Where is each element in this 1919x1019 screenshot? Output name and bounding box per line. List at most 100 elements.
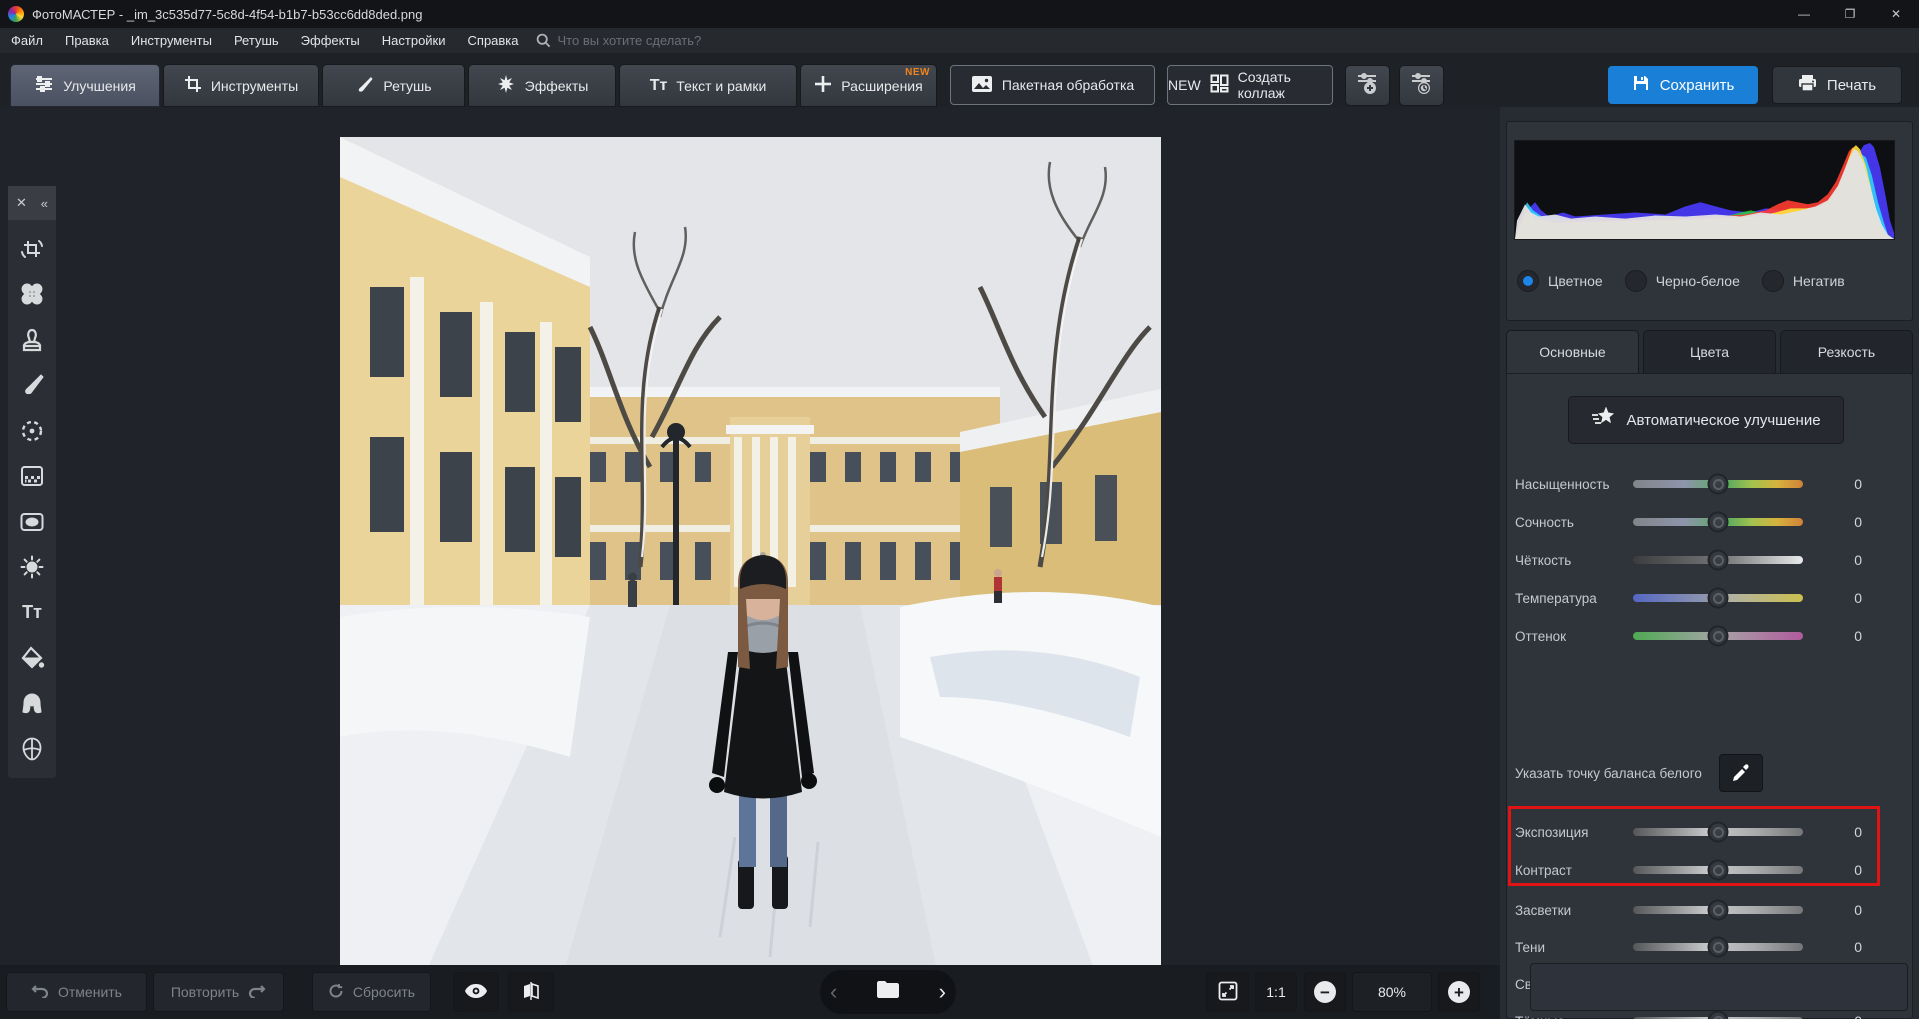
background-texture-tool[interactable] — [15, 459, 49, 493]
menu-tools[interactable]: Инструменты — [120, 29, 223, 52]
new-badge: NEW — [1168, 77, 1201, 93]
compare-split-button[interactable] — [508, 972, 554, 1012]
sparkle-icon — [496, 74, 516, 97]
panel-tab-sharpness[interactable]: Резкость — [1780, 330, 1913, 374]
close-button[interactable]: ✕ — [1873, 0, 1919, 28]
slider-handle[interactable] — [1708, 937, 1729, 958]
reset-button[interactable]: Сбросить — [312, 972, 431, 1012]
save-button[interactable]: Сохранить — [1608, 66, 1758, 104]
zoom-level[interactable]: 80% — [1352, 972, 1432, 1012]
shadows-slider[interactable] — [1633, 943, 1803, 951]
save-icon — [1632, 74, 1650, 96]
menu-help[interactable]: Справка — [457, 29, 530, 52]
mode-black-white[interactable]: Черно-белое — [1625, 270, 1740, 292]
slider-handle[interactable] — [1708, 626, 1729, 647]
create-collage-button[interactable]: NEW Создать коллаж — [1167, 65, 1333, 105]
tab-enhancements[interactable]: Улучшения — [10, 64, 160, 107]
highlights-slider[interactable] — [1633, 906, 1803, 914]
radio-color[interactable] — [1517, 270, 1539, 292]
tab-extensions[interactable]: NEW Расширения — [800, 64, 937, 107]
sliders-icon — [34, 75, 54, 96]
panel-tab-basic[interactable]: Основные — [1506, 330, 1639, 374]
actual-size-button[interactable]: 1:1 — [1255, 972, 1297, 1012]
slider-handle[interactable] — [1708, 550, 1729, 571]
mode-negative[interactable]: Негатив — [1762, 270, 1845, 292]
clarity-slider[interactable] — [1633, 556, 1803, 564]
print-button[interactable]: Печать — [1772, 66, 1902, 104]
tab-tools[interactable]: Инструменты — [163, 64, 319, 107]
crop-icon — [184, 75, 202, 96]
folder-icon[interactable] — [876, 980, 900, 1004]
reset-icon — [328, 983, 344, 1002]
printer-icon — [1798, 74, 1817, 96]
redo-button[interactable]: Повторить — [153, 972, 284, 1012]
panel-tab-colors[interactable]: Цвета — [1643, 330, 1776, 374]
saturation-slider[interactable] — [1633, 480, 1803, 488]
add-preset-button[interactable] — [1345, 65, 1390, 106]
menu-retouch[interactable]: Ретушь — [223, 29, 290, 52]
prev-photo-button[interactable]: ‹ — [830, 979, 837, 1005]
face-sculpt-tool[interactable] — [15, 732, 49, 766]
healing-patch-tool[interactable] — [15, 277, 49, 311]
histogram — [1514, 140, 1895, 240]
palette-collapse-icon[interactable]: « — [41, 196, 48, 211]
slider-handle[interactable] — [1708, 860, 1729, 881]
batch-processing-button[interactable]: Пакетная обработка — [950, 65, 1155, 105]
brush-tool[interactable] — [15, 368, 49, 402]
tab-effects[interactable]: Эффекты — [468, 64, 616, 107]
histogram-section: Цветное Черно-белое Негатив — [1506, 121, 1913, 321]
sun-light-tool[interactable] — [15, 550, 49, 584]
undo-button[interactable]: Отменить — [6, 972, 147, 1012]
stamp-tool[interactable] — [15, 323, 49, 357]
menu-file[interactable]: Файл — [0, 29, 54, 52]
menu-settings[interactable]: Настройки — [371, 29, 457, 52]
redo-icon — [248, 984, 266, 1001]
radio-negative[interactable] — [1762, 270, 1784, 292]
contrast-slider[interactable] — [1633, 866, 1803, 874]
white-balance-row: Указать точку баланса белого — [1515, 754, 1763, 792]
temperature-slider[interactable] — [1633, 594, 1803, 602]
maximize-button[interactable]: ❐ — [1827, 0, 1873, 28]
menu-bar: Файл Правка Инструменты Ретушь Эффекты Н… — [0, 28, 1919, 53]
search-input[interactable] — [558, 33, 778, 48]
mode-color[interactable]: Цветное — [1517, 270, 1603, 292]
magic-star-icon — [1591, 407, 1615, 433]
file-navigation: ‹ › — [820, 970, 956, 1014]
slider-row-saturation: Насыщенность 0 — [1507, 469, 1914, 499]
preview-original-button[interactable] — [453, 972, 499, 1012]
text-tool[interactable]: Тт — [15, 596, 49, 630]
history-presets-button[interactable] — [1399, 65, 1444, 106]
slider-handle[interactable] — [1708, 900, 1729, 921]
bottom-bar: Отменить Повторить Сбросить ‹ › 1:1 − — [0, 965, 1500, 1019]
tab-retouch[interactable]: Ретушь — [322, 64, 465, 107]
slider-row-temperature: Температура 0 — [1507, 583, 1914, 613]
zoom-in-button[interactable]: + — [1438, 972, 1480, 1012]
search-icon — [536, 33, 551, 48]
fill-bucket-tool[interactable] — [15, 641, 49, 675]
plus-icon — [814, 75, 832, 96]
eyedropper-button[interactable] — [1719, 754, 1763, 792]
palette-close-icon[interactable]: ✕ — [16, 195, 27, 211]
hair-tool[interactable] — [15, 687, 49, 721]
slider-handle[interactable] — [1708, 1011, 1729, 1019]
vibrance-slider[interactable] — [1633, 518, 1803, 526]
crop-rotate-tool[interactable] — [15, 232, 49, 266]
fit-screen-button[interactable] — [1206, 972, 1249, 1012]
exposure-slider[interactable] — [1633, 828, 1803, 836]
menu-effects[interactable]: Эффекты — [290, 29, 371, 52]
tab-text-frames[interactable]: Tт Текст и рамки — [619, 64, 797, 107]
vignette-tool[interactable] — [15, 505, 49, 539]
menu-edit[interactable]: Правка — [54, 29, 120, 52]
tint-slider[interactable] — [1633, 632, 1803, 640]
zoom-out-button[interactable]: − — [1304, 972, 1346, 1012]
slider-handle[interactable] — [1708, 474, 1729, 495]
brush-icon — [355, 75, 374, 97]
slider-handle[interactable] — [1708, 588, 1729, 609]
radio-black-white[interactable] — [1625, 270, 1647, 292]
minimize-button[interactable]: — — [1781, 0, 1827, 28]
radial-filter-tool[interactable] — [15, 414, 49, 448]
slider-handle[interactable] — [1708, 512, 1729, 533]
auto-enhance-button[interactable]: Автоматическое улучшение — [1568, 396, 1844, 444]
next-photo-button[interactable]: › — [939, 979, 946, 1005]
slider-handle[interactable] — [1708, 822, 1729, 843]
